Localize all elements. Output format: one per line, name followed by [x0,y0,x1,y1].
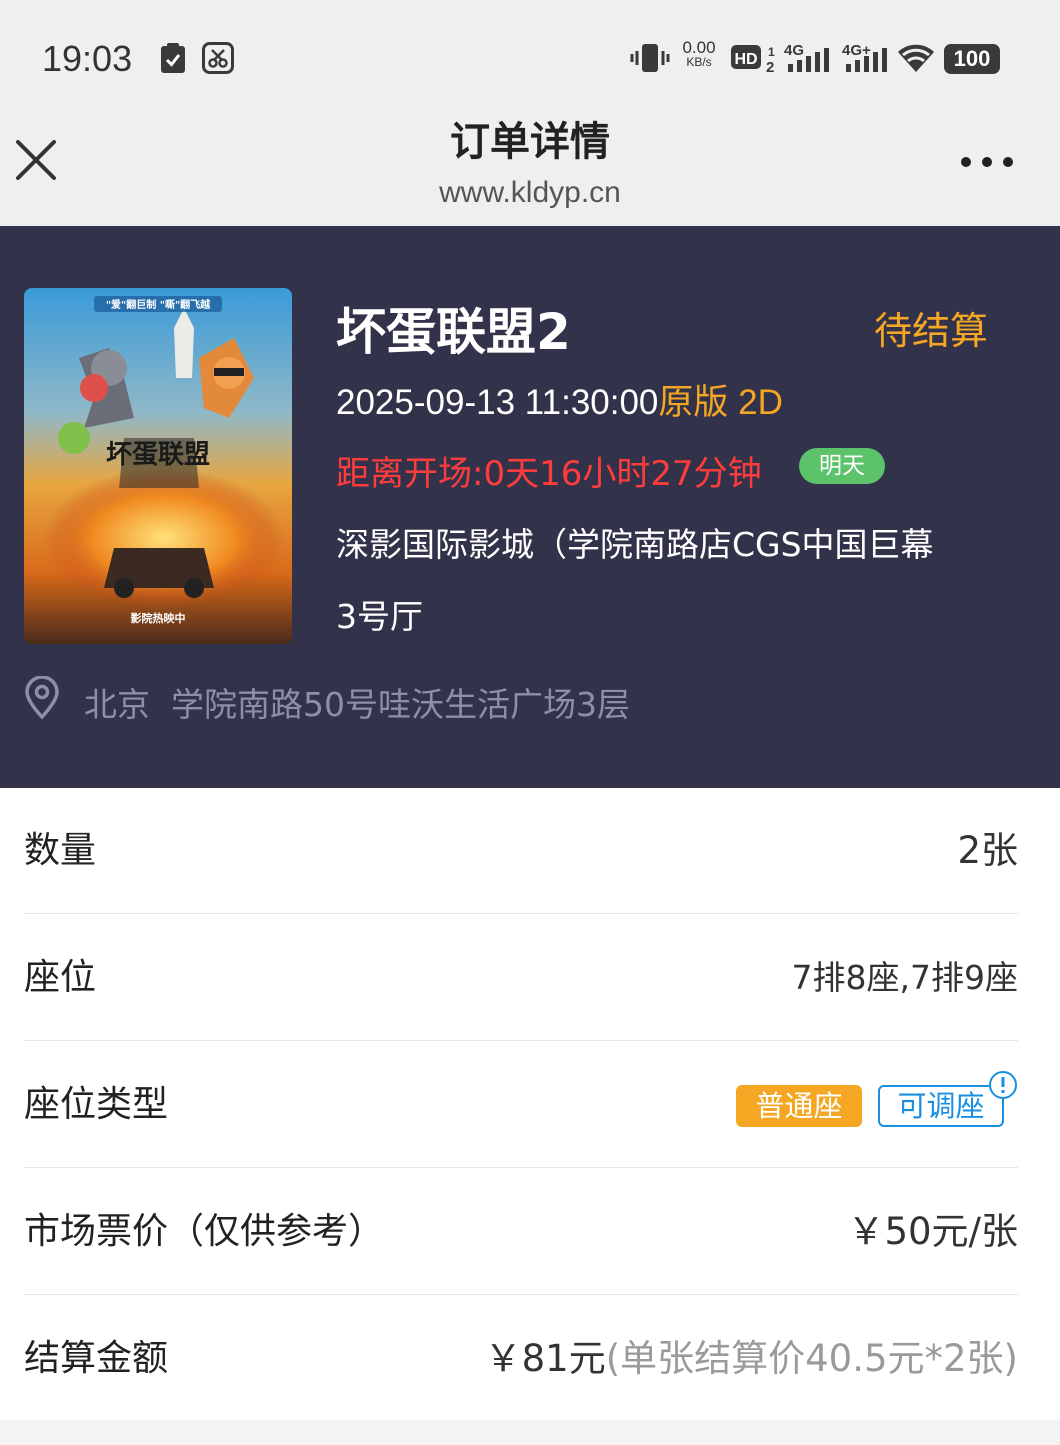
more-dots-icon[interactable] [958,152,1016,172]
cinema-address[interactable]: 北京 学院南路50号哇沃生活广场3层 [84,678,630,726]
show-datetime: 2025-09-13 11:30:00 [336,383,659,422]
settlement-amount: ￥81元 [484,1337,606,1380]
poster-image: 坏蛋联盟 "爱"翻巨制 "嘶"翻飞越 影院热映中 [24,288,292,644]
seat-type-normal-tag: 普通座 [736,1085,862,1127]
show-time: 2025-09-13 11:30:00原版 2D [336,374,783,425]
show-version: 原版 2D [658,383,783,422]
market-price-label: 市场票价（仅供参考） [24,1211,385,1252]
seats-value: 7排8座,7排9座 [791,958,1018,997]
poster-bottom-text: 影院热映中 [131,611,186,625]
movie-poster[interactable]: 坏蛋联盟 "爱"翻巨制 "嘶"翻飞越 影院热映中 [24,288,292,644]
countdown: 距离开场:0天16小时27分钟 [336,454,762,494]
seat-type-label: 座位类型 [24,1084,169,1125]
vibrate-icon [630,44,670,72]
settlement-row: 结算金额 ￥81元(单张结算价40.5元*2张) [24,1296,1018,1422]
seats-row: 座位 7排8座,7排9座 [24,915,1018,1041]
signal-4g-plus-icon: 4G+ [842,42,887,72]
market-price-value: ￥50元/张 [847,1210,1018,1253]
info-icon[interactable] [988,1070,1018,1100]
seats-label: 座位 [24,957,97,998]
status-time: 19:03 [42,38,133,79]
poster-title-text: 坏蛋联盟 [106,440,210,470]
network-speed: 0.00 KB/s [676,38,722,70]
status-bar: 19:03 0.00 KB/s HD 1 2 4G 4G+ 100 [0,0,1060,118]
day-badge: 明天 [799,448,885,484]
poster-top-text: "爱"翻巨制 "嘶"翻飞越 [106,298,211,311]
quantity-value: 2张 [957,829,1018,872]
movie-title: 坏蛋联盟2 [336,303,571,361]
cinema-name[interactable]: 深影国际影城（学院南路店CGS中国巨幕 [336,518,986,566]
svg-text:1: 1 [768,45,775,59]
seat-type-adjustable-tag[interactable]: 可调座 [878,1085,1004,1127]
hall-name: 3号厅 [336,597,423,636]
hd-voice-icon: HD 1 2 [731,45,775,74]
order-status: 待结算 [873,309,988,353]
svg-text:2: 2 [766,59,774,74]
scissors-app-icon [202,42,234,74]
battery-icon: 100 [944,44,1000,74]
movie-info-header: 坏蛋联盟 "爱"翻巨制 "嘶"翻飞越 影院热映中 坏蛋联盟2 待结算 2025-… [0,226,1060,788]
settlement-note: (单张结算价40.5元*2张) [605,1337,1018,1380]
quantity-row: 数量 2张 [24,788,1018,914]
quantity-label: 数量 [24,830,97,871]
wifi-icon [898,44,934,72]
page-title: 订单详情 [450,119,610,165]
clipboard-check-icon [161,43,185,73]
bottom-divider [0,1420,1060,1445]
signal-4g-icon: 4G [784,42,829,72]
svg-text:HD: HD [734,51,757,68]
market-price-row: 市场票价（仅供参考） ￥50元/张 [24,1169,1018,1295]
title-bar: 订单详情 www.kldyp.cn [0,118,1060,226]
page-url: www.kldyp.cn [439,176,621,209]
seat-type-row: 座位类型 普通座 可调座 [24,1042,1018,1168]
network-speed-value: 0.00 [682,38,716,57]
settlement-label: 结算金额 [24,1338,169,1379]
settlement-value: ￥81元(单张结算价40.5元*2张) [485,1296,1018,1422]
location-pin-icon [25,676,59,720]
network-speed-unit: KB/s [686,55,712,69]
svg-text:4G: 4G [784,42,804,59]
